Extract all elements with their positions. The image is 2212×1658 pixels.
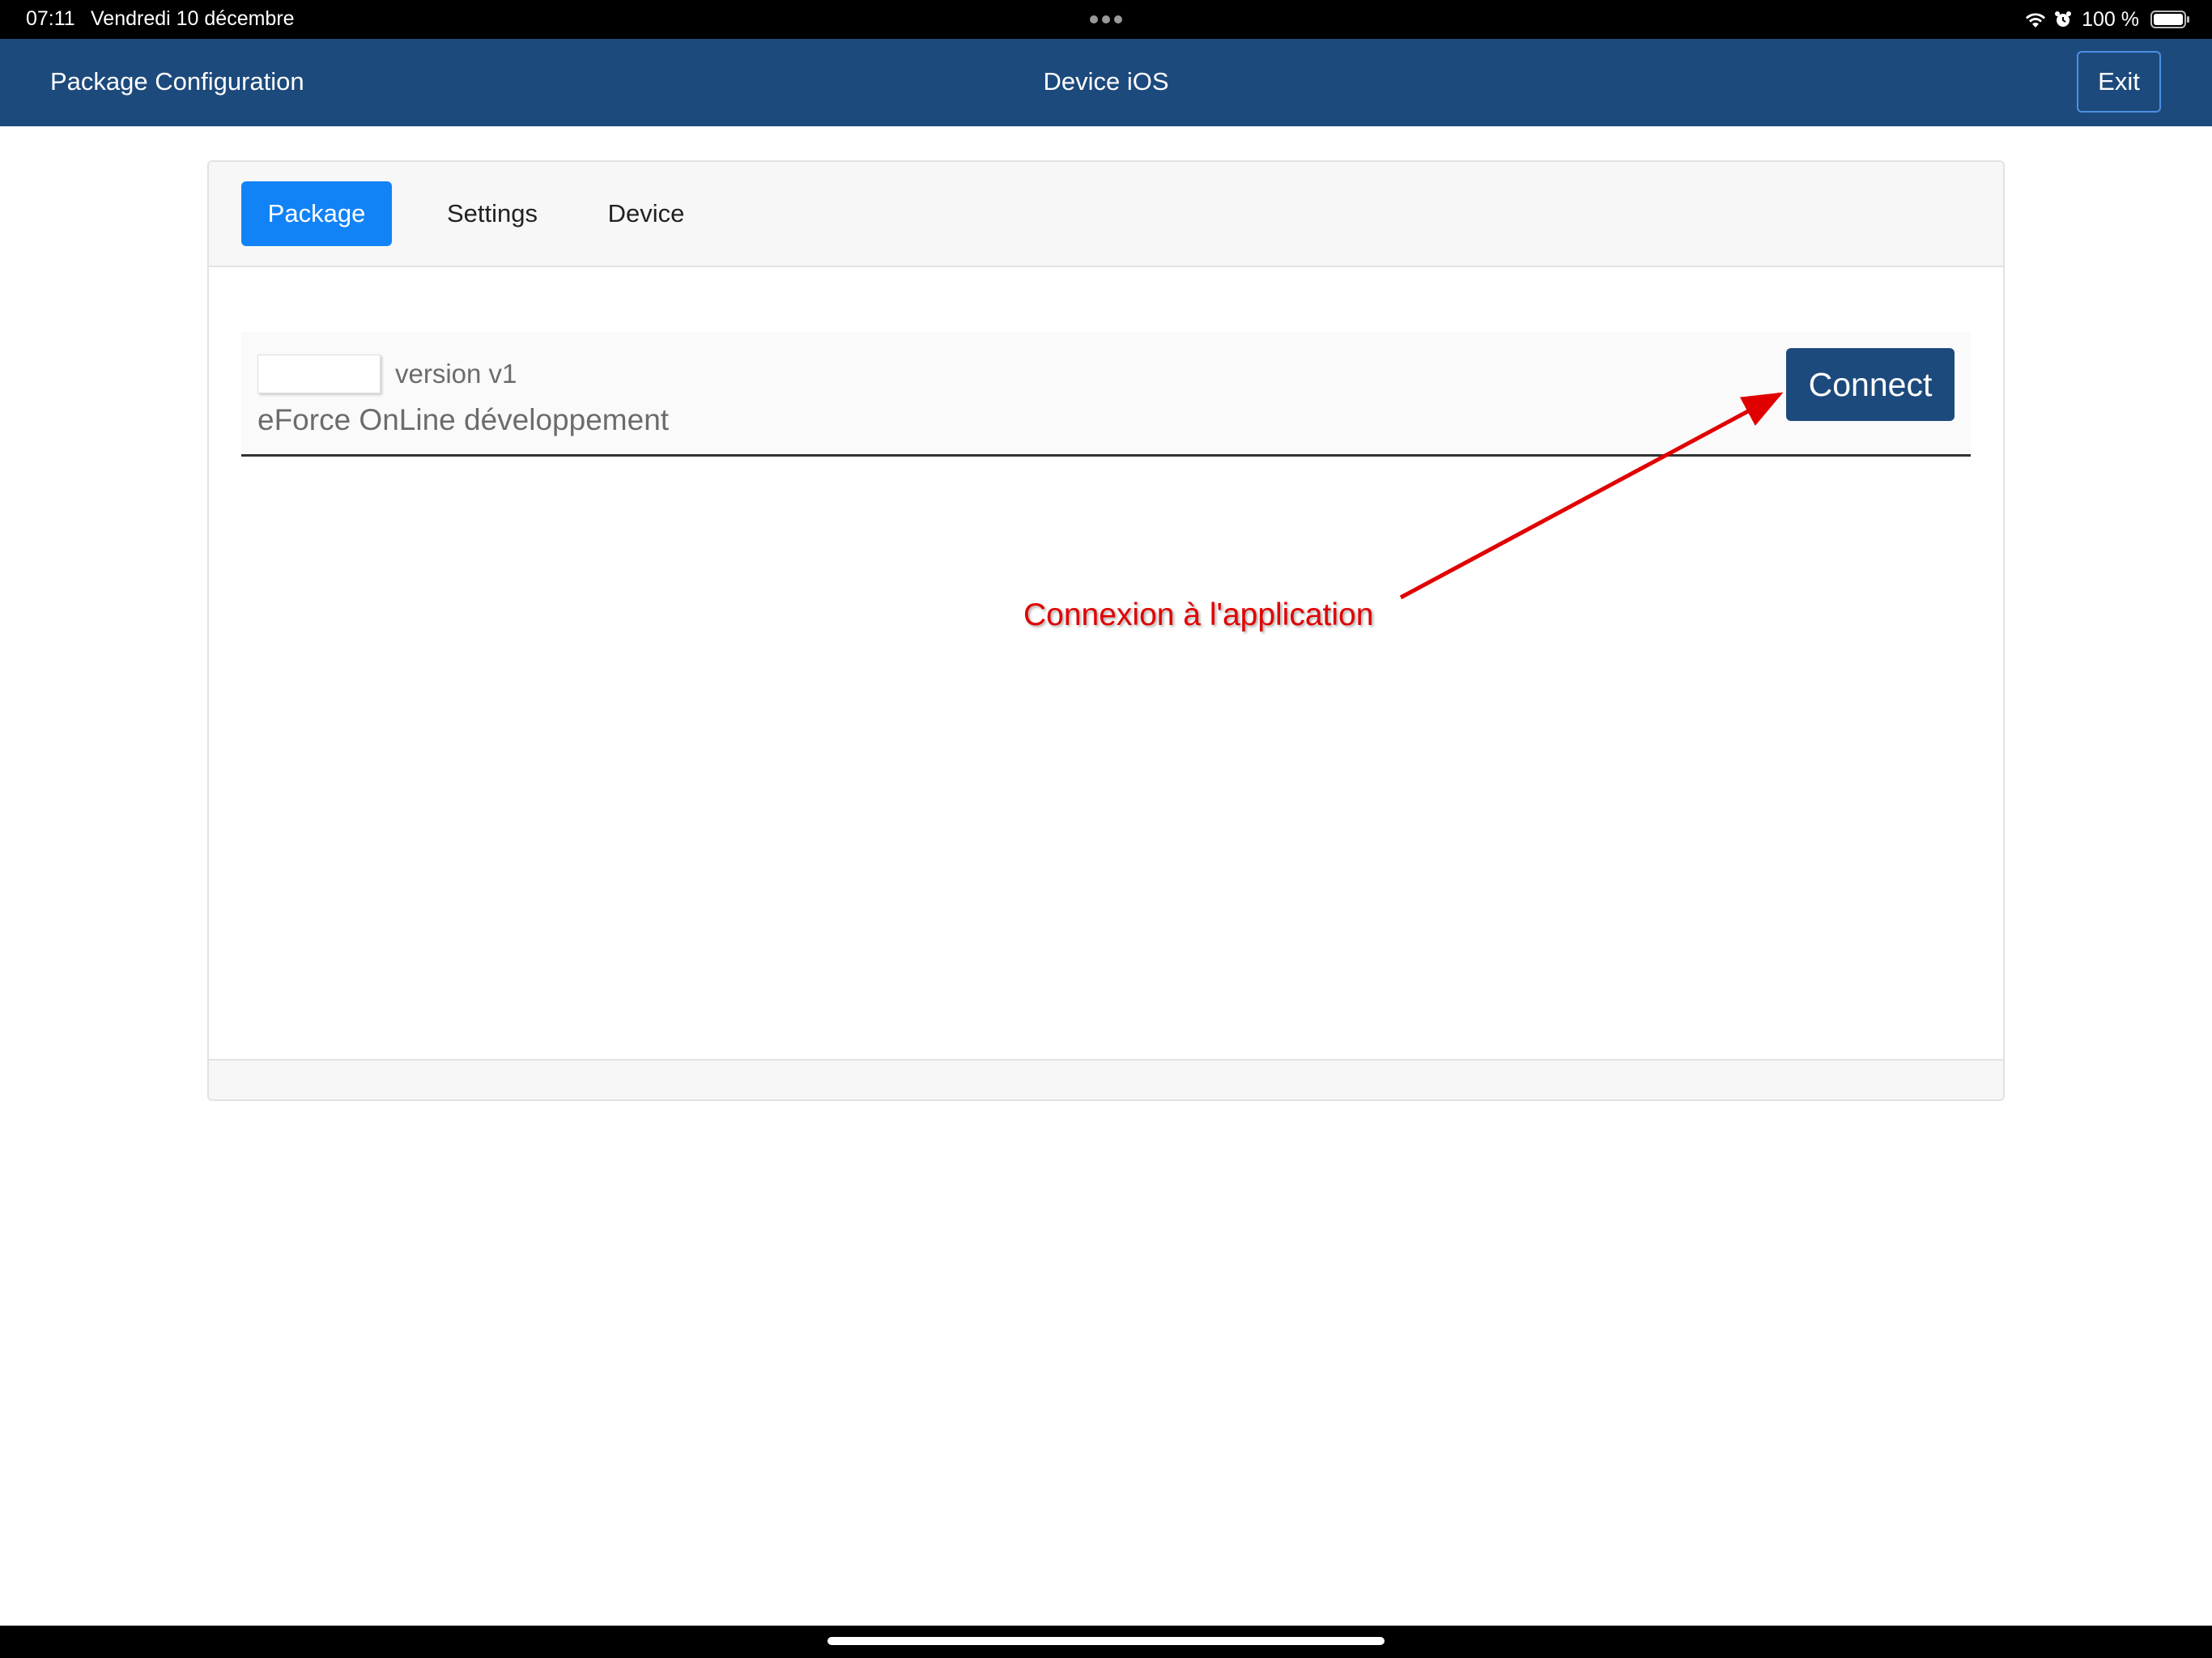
alarm-icon <box>2055 11 2072 27</box>
device-title: Device iOS <box>1043 67 1169 96</box>
battery-percentage: 100 % <box>2082 7 2139 31</box>
package-version: version v1 <box>395 359 517 389</box>
exit-button[interactable]: Exit <box>2077 51 2161 113</box>
card-footer <box>209 1059 2003 1099</box>
status-date: Vendredi 10 décembre <box>91 7 295 30</box>
status-time: 07:11 <box>26 7 75 30</box>
home-bar <box>0 1626 2212 1658</box>
connect-button[interactable]: Connect <box>1786 348 1955 421</box>
redacted-package-id <box>257 355 381 393</box>
app-header: Package Configuration Device iOS Exit <box>0 39 2212 126</box>
package-name: eForce OnLine développement <box>257 403 670 436</box>
annotation-label: Connexion à l'application <box>1023 597 1374 632</box>
home-indicator[interactable] <box>827 1637 1385 1645</box>
card-header-tabs: Package Settings Device <box>209 162 2003 267</box>
battery-icon <box>2150 11 2189 28</box>
package-list-item[interactable]: version v1 eForce OnLine développement C… <box>241 332 1971 457</box>
status-bar: 07:11 Vendredi 10 décembre 100 % <box>0 0 2212 39</box>
tab-settings[interactable]: Settings <box>411 181 573 246</box>
tab-package[interactable]: Package <box>241 181 392 246</box>
multitasking-dots-icon[interactable] <box>1090 15 1122 23</box>
status-indicators: 100 % <box>2023 5 2189 34</box>
tab-device[interactable]: Device <box>565 181 727 246</box>
wifi-icon <box>2026 13 2046 28</box>
